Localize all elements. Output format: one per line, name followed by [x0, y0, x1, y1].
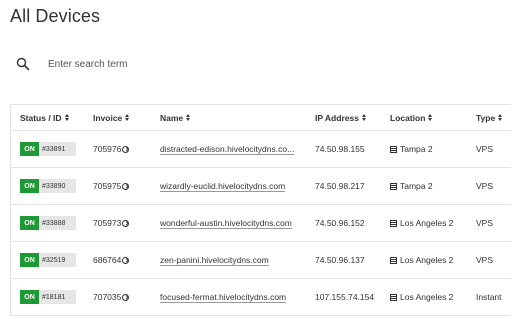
device-name-link[interactable]: wonderful-austin.hivelocitydns.com — [160, 218, 292, 229]
table-row[interactable]: ON #33891 705976 distracted-edison.hivel… — [11, 131, 511, 168]
device-name-link[interactable]: wizardly-euclid.hivelocitydns.com — [160, 181, 286, 192]
server-icon — [390, 293, 397, 301]
status-on-label: ON — [20, 216, 39, 230]
status-badge: ON #32519 — [20, 253, 76, 267]
name-cell: focused-fermat.hivelocitydns.com — [160, 279, 287, 315]
location-cell: Tampa 2 — [390, 168, 433, 204]
sort-icon — [361, 113, 366, 122]
device-name-link[interactable]: distracted-edison.hivelocitydns.co... — [160, 144, 295, 155]
location-label: Tampa 2 — [400, 144, 433, 154]
status-badge: ON #18181 — [20, 290, 76, 304]
sort-icon — [498, 113, 503, 122]
invoice-cell[interactable]: 705976 — [93, 131, 130, 167]
status-on-label: ON — [20, 290, 39, 304]
column-header-label: Type — [476, 112, 496, 123]
type-cell: VPS — [476, 255, 494, 265]
location-label: Los Angeles 2 — [400, 255, 454, 265]
column-header-label: IP Address — [315, 112, 359, 123]
column-header-name[interactable]: Name — [160, 105, 191, 130]
table-header-row: Status / ID Invoice Name IP Address Loca… — [11, 105, 511, 131]
type-cell: VPS — [476, 218, 494, 228]
search-input[interactable] — [48, 58, 448, 70]
invoice-cell[interactable]: 686764 — [93, 242, 130, 278]
name-cell: wonderful-austin.hivelocitydns.com — [160, 205, 292, 241]
location-label: Tampa 2 — [400, 181, 433, 191]
column-header-type[interactable]: Type — [476, 105, 503, 130]
column-header-label: Status / ID — [20, 112, 62, 123]
device-id: #33890 — [39, 179, 76, 193]
location-cell: Los Angeles 2 — [390, 242, 453, 278]
invoice-cell[interactable]: 705975 — [93, 168, 130, 204]
location-cell: Tampa 2 — [390, 131, 433, 167]
status-badge: ON #33888 — [20, 216, 76, 230]
invoice-number: 705976 — [93, 144, 122, 154]
name-cell: wizardly-euclid.hivelocitydns.com — [160, 168, 286, 204]
type-cell: VPS — [476, 181, 494, 191]
location-label: Los Angeles 2 — [400, 292, 454, 302]
column-header-ip[interactable]: IP Address — [315, 105, 366, 130]
type-cell: Instant — [476, 292, 502, 302]
column-header-status[interactable]: Status / ID — [20, 105, 69, 130]
ip-cell: 74.50.96.137 — [315, 255, 365, 265]
invoice-number: 686764 — [93, 255, 122, 265]
invoice-cell[interactable]: 705973 — [93, 205, 130, 241]
table-row[interactable]: ON #32519 686764 zen-panini.hivelocitydn… — [11, 242, 511, 279]
name-cell: distracted-edison.hivelocitydns.co... — [160, 131, 295, 167]
device-id: #18181 — [39, 290, 76, 304]
column-header-location[interactable]: Location — [390, 105, 433, 130]
search-icon[interactable] — [16, 57, 30, 71]
chevron-circle-icon[interactable] — [122, 145, 130, 153]
column-header-label: Location — [390, 112, 426, 123]
page-title: All Devices — [10, 6, 101, 26]
chevron-circle-icon[interactable] — [122, 182, 130, 190]
sort-icon — [186, 113, 191, 122]
sort-icon — [428, 113, 433, 122]
table-row[interactable]: ON #18181 707035 focused-fermat.hiveloci… — [11, 279, 511, 316]
invoice-number: 705973 — [93, 218, 122, 228]
location-cell: Los Angeles 2 — [390, 205, 453, 241]
server-icon — [390, 145, 397, 153]
ip-cell: 74.50.98.217 — [315, 181, 365, 191]
server-icon — [390, 182, 397, 190]
device-id: #33888 — [39, 216, 76, 230]
chevron-circle-icon[interactable] — [122, 219, 130, 227]
type-cell: VPS — [476, 144, 494, 154]
status-on-label: ON — [20, 142, 39, 156]
device-id: #32519 — [39, 253, 76, 267]
status-badge: ON #33891 — [20, 142, 76, 156]
device-name-link[interactable]: zen-panini.hivelocitydns.com — [160, 255, 269, 266]
ip-cell: 107.155.74.154 — [315, 292, 375, 302]
status-badge: ON #33890 — [20, 179, 76, 193]
sort-icon — [125, 113, 130, 122]
table-row[interactable]: ON #33890 705975 wizardly-euclid.hiveloc… — [11, 168, 511, 205]
sort-icon — [64, 113, 69, 122]
column-header-invoice[interactable]: Invoice — [93, 105, 130, 130]
status-cell: ON #33891 — [20, 131, 76, 167]
ip-cell: 74.50.96.152 — [315, 218, 365, 228]
chevron-circle-icon[interactable] — [122, 293, 130, 301]
device-name-link[interactable]: focused-fermat.hivelocitydns.com — [160, 292, 287, 303]
search-bar — [10, 50, 505, 78]
chevron-circle-icon[interactable] — [122, 256, 130, 264]
status-cell: ON #33888 — [20, 205, 76, 241]
status-on-label: ON — [20, 253, 39, 267]
location-label: Los Angeles 2 — [400, 218, 454, 228]
table-row[interactable]: ON #33888 705973 wonderful-austin.hivelo… — [11, 205, 511, 242]
ip-cell: 74.50.98.155 — [315, 144, 365, 154]
device-id: #33891 — [39, 142, 76, 156]
status-cell: ON #32519 — [20, 242, 76, 278]
location-cell: Los Angeles 2 — [390, 279, 453, 315]
name-cell: zen-panini.hivelocitydns.com — [160, 242, 269, 278]
devices-table: Status / ID Invoice Name IP Address Loca… — [10, 104, 511, 316]
status-on-label: ON — [20, 179, 39, 193]
column-header-label: Name — [160, 112, 184, 123]
server-icon — [390, 219, 397, 227]
invoice-number: 705975 — [93, 181, 122, 191]
server-icon — [390, 256, 397, 264]
invoice-cell[interactable]: 707035 — [93, 279, 130, 315]
column-header-label: Invoice — [93, 112, 123, 123]
status-cell: ON #18181 — [20, 279, 76, 315]
invoice-number: 707035 — [93, 292, 122, 302]
status-cell: ON #33890 — [20, 168, 76, 204]
